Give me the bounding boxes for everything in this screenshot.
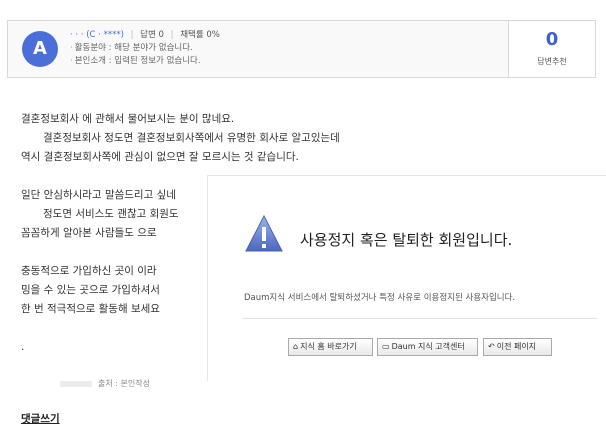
profile-info: · · · (C · ****) | 답변 0 | 채택률 0% · 활동분야 :… <box>70 28 220 68</box>
knowledge-home-button[interactable]: ⌂ 지식 홈 바로가기 <box>288 338 373 356</box>
bullet-icon: · <box>70 56 73 66</box>
answer-line: 한 번 적극적으로 활동해 보세요 <box>21 303 160 315</box>
source-line: 출처 : 본인작성 <box>60 378 150 389</box>
button-label: Daum 지식 고객센터 <box>391 342 465 351</box>
recommend-count: 0 <box>545 29 559 50</box>
adopt-rate: 채택률 0% <box>180 30 220 40</box>
withdrawn-member-dialog: 사용정지 혹은 탈퇴한 회원입니다. Daum지식 서비스에서 탈퇴하셨거나 특… <box>207 175 606 381</box>
blurred-date <box>60 380 92 387</box>
self-intro: 본인소개 : 입력된 정보가 없습니다. <box>74 56 201 66</box>
answer-line: 결혼정보회사 에 관해서 물어보시는 분이 많네요. <box>21 113 235 125</box>
bullet-icon: · <box>70 43 73 53</box>
answer-line: 정도면 서비스도 괜찮고 회원도 <box>43 208 179 220</box>
separator: | <box>170 30 174 40</box>
username[interactable]: · · · (C · ****) <box>70 30 124 40</box>
activity-field: 활동분야 : 해당 분야가 없습니다. <box>74 43 193 53</box>
answer-line: 밍을 수 있는 곳으로 가입하셔서 <box>21 284 160 296</box>
answer-line: 역시 결혼정보회사쪽에 관심이 없으면 잘 모르시는 것 같습니다. <box>21 151 299 163</box>
button-label: 지식 홈 바로가기 <box>300 342 357 351</box>
back-arrow-icon: ↶ <box>488 342 495 351</box>
answer-line: 결혼정보회사 정도면 결혼정보회사쪽에서 유명한 회사로 알고있는데 <box>43 132 340 144</box>
dialog-title: 사용정지 혹은 탈퇴한 회원입니다. <box>300 231 513 249</box>
recommend-label: 답변추천 <box>537 57 567 66</box>
answer-line: 꼼꼼하게 알아본 사람들도 으로 <box>21 227 157 239</box>
dialog-description: Daum지식 서비스에서 탈퇴하셨거나 특정 사유로 이용정지된 사용자입니다. <box>244 293 516 303</box>
home-icon: ⌂ <box>293 342 299 351</box>
button-label: 이전 페이지 <box>496 342 537 351</box>
separator: | <box>130 30 134 40</box>
profile-card: A · · · (C · ****) | 답변 0 | 채택률 0% · 활동분야… <box>7 20 596 78</box>
customer-center-button[interactable]: ▭ Daum 지식 고객센터 <box>377 338 478 356</box>
answer-line: . <box>21 341 25 353</box>
divider <box>242 318 597 319</box>
avatar[interactable]: A <box>22 31 58 67</box>
recommend-box[interactable]: 0 답변추천 <box>508 21 595 77</box>
answer-line: 충동적으로 가입하신 곳이 이라 <box>21 265 157 277</box>
source-text: 출처 : 본인작성 <box>98 379 150 388</box>
answer-count: 답변 0 <box>140 30 164 40</box>
window-icon: ▭ <box>382 342 390 351</box>
previous-page-button[interactable]: ↶ 이전 페이지 <box>483 338 552 356</box>
write-comment-link[interactable]: 댓글쓰기 <box>21 411 60 426</box>
warning-icon <box>245 214 283 252</box>
answer-body: 결혼정보회사 에 관해서 물어보시는 분이 많네요. 결혼정보회사 정도면 결혼… <box>21 110 340 357</box>
answer-line: 일단 안심하시라고 말씀드리고 싶네 <box>21 189 176 201</box>
